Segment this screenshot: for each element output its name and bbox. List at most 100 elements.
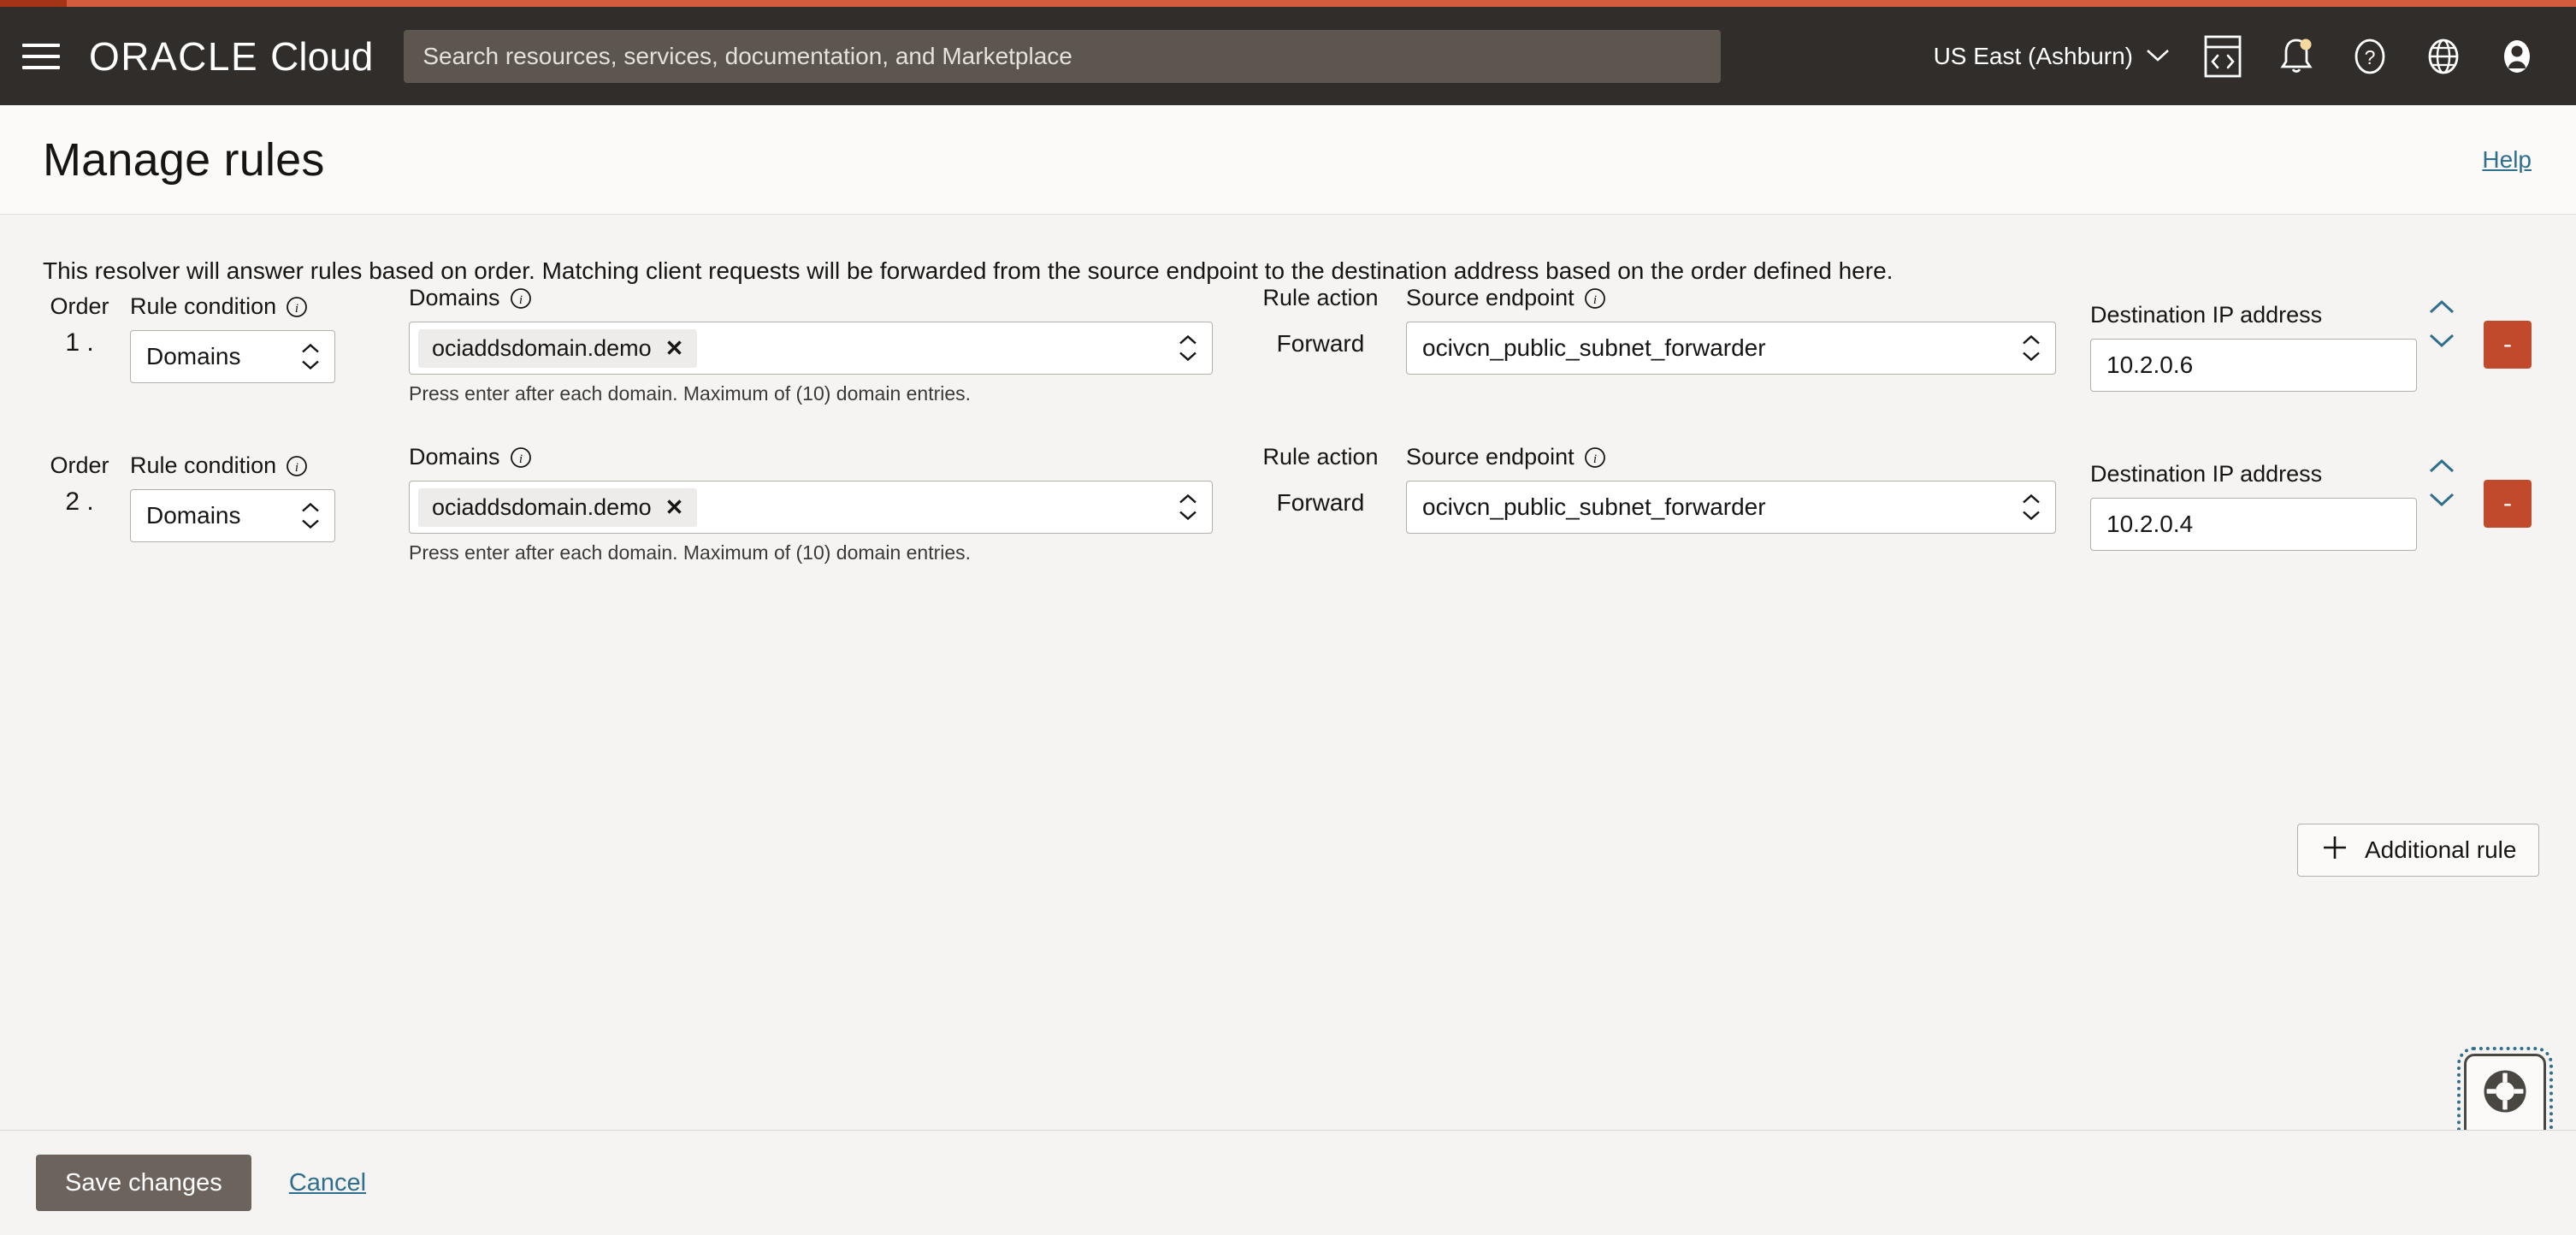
select-spinner-icon (2021, 334, 2041, 363)
rule-condition-cell: Rule condition i Domains (130, 452, 335, 542)
move-down-icon[interactable] (2427, 491, 2456, 512)
destination-ip-label: Destination IP address (2090, 302, 2323, 328)
domains-helper-text: Press enter after each domain. Maximum o… (409, 541, 972, 564)
rule-condition-cell: Rule condition i Domains (130, 293, 335, 383)
rule-action-label: Rule action (1262, 285, 1379, 310)
rule-condition-label: Rule condition i (130, 452, 335, 479)
source-endpoint-cell: Source endpoint i ocivcn_public_subnet_f… (1406, 444, 2056, 534)
header-actions: US East (Ashburn) ? (1918, 20, 2576, 93)
help-link[interactable]: Help (2482, 146, 2532, 174)
cancel-link[interactable]: Cancel (289, 1169, 366, 1197)
search-input[interactable] (404, 29, 1722, 83)
domain-chip-label: ociaddsdomain.demo (432, 493, 652, 520)
destination-ip-cell: Destination IP address (2090, 461, 2417, 551)
select-spinner-icon (300, 502, 321, 530)
rule-condition-value: Domains (146, 502, 241, 529)
domains-label: Domains i (409, 285, 1213, 311)
page-footer: Save changes Cancel (0, 1130, 2576, 1235)
svg-text:i: i (518, 452, 522, 466)
search-container (404, 29, 1722, 83)
move-down-icon[interactable] (2427, 332, 2456, 353)
svg-text:?: ? (2365, 46, 2376, 68)
rule-action-value: Forward (1276, 330, 1365, 357)
top-accent-bar (0, 0, 2576, 7)
intro-text: This resolver will answer rules based on… (43, 257, 1894, 284)
add-additional-rule-button[interactable]: Additional rule (2297, 824, 2540, 877)
main-content: This resolver will answer rules based on… (0, 215, 2576, 1172)
save-changes-button[interactable]: Save changes (36, 1155, 251, 1211)
user-avatar-icon[interactable] (2480, 20, 2554, 93)
help-question-icon[interactable]: ? (2333, 20, 2407, 93)
domains-spinner-icon[interactable] (1178, 334, 1198, 363)
plus-icon (2320, 833, 2349, 868)
cloud-shell-icon[interactable] (2186, 20, 2260, 93)
domains-input[interactable]: ociaddsdomain.demo ✕ (409, 481, 1213, 534)
rule-condition-label: Rule condition i (130, 293, 335, 320)
domain-chip-remove-icon[interactable]: ✕ (665, 337, 684, 359)
destination-ip-input[interactable] (2090, 339, 2417, 392)
chevron-down-icon (2145, 43, 2171, 70)
info-icon[interactable]: i (286, 455, 308, 477)
order-cell: Order 1 . (32, 293, 127, 358)
destination-ip-input[interactable] (2090, 498, 2417, 551)
domain-chip: ociaddsdomain.demo ✕ (418, 488, 698, 527)
rule-action-cell: Rule action Forward (1218, 285, 1423, 358)
source-endpoint-value: ocivcn_public_subnet_forwarder (1422, 334, 1766, 361)
svg-text:i: i (295, 461, 298, 475)
order-number: 1 . (65, 328, 94, 357)
region-selector[interactable]: US East (Ashburn) (1918, 32, 2186, 80)
rule-action-cell: Rule action Forward (1218, 444, 1423, 517)
page-title: Manage rules (43, 133, 325, 186)
logo-cloud-text: Cloud (270, 33, 374, 79)
domain-chip-remove-icon[interactable]: ✕ (665, 496, 684, 518)
domains-spinner-icon[interactable] (1178, 493, 1198, 522)
reorder-controls (2427, 458, 2456, 512)
add-rule-label: Additional rule (2365, 836, 2517, 863)
svg-text:i: i (1593, 452, 1597, 466)
rule-action-label: Rule action (1262, 444, 1379, 470)
rule-condition-select[interactable]: Domains (130, 330, 335, 383)
info-icon[interactable]: i (286, 296, 308, 318)
destination-ip-label: Destination IP address (2090, 461, 2323, 487)
source-endpoint-cell: Source endpoint i ocivcn_public_subnet_f… (1406, 285, 2056, 375)
info-icon[interactable]: i (1584, 287, 1606, 310)
svg-text:i: i (518, 293, 522, 307)
source-endpoint-value: ocivcn_public_subnet_forwarder (1422, 493, 1766, 520)
notifications-bell-icon[interactable] (2260, 20, 2333, 93)
info-icon[interactable]: i (1584, 446, 1606, 469)
source-endpoint-label: Source endpoint i (1406, 444, 2056, 470)
oracle-cloud-logo[interactable]: ORACLE Cloud (89, 33, 373, 80)
svg-text:i: i (1593, 293, 1597, 307)
move-up-icon[interactable] (2427, 298, 2456, 320)
domain-chip: ociaddsdomain.demo ✕ (418, 328, 698, 368)
source-endpoint-select[interactable]: ocivcn_public_subnet_forwarder (1406, 322, 2056, 375)
global-header: ORACLE Cloud US East (Ashburn) (0, 7, 2576, 105)
domains-cell: Domains i ociaddsdomain.demo ✕ Press ent… (409, 444, 1213, 564)
domains-input[interactable]: ociaddsdomain.demo ✕ (409, 322, 1213, 375)
region-label: US East (Ashburn) (1933, 42, 2133, 69)
logo-oracle-text: ORACLE (89, 33, 259, 79)
domains-helper-text: Press enter after each domain. Maximum o… (409, 382, 972, 405)
remove-rule-button[interactable]: - (2484, 480, 2532, 528)
rule-action-value: Forward (1276, 489, 1365, 516)
rule-condition-select[interactable]: Domains (130, 489, 335, 542)
source-endpoint-label: Source endpoint i (1406, 285, 2056, 311)
order-label: Order (50, 452, 109, 478)
domain-chip-label: ociaddsdomain.demo (432, 334, 652, 361)
info-icon[interactable]: i (510, 446, 532, 469)
order-label: Order (50, 293, 109, 319)
svg-text:i: i (295, 302, 298, 316)
accent-bar-segment (0, 0, 67, 7)
order-cell: Order 2 . (32, 452, 127, 517)
move-up-icon[interactable] (2427, 458, 2456, 479)
remove-rule-button[interactable]: - (2484, 321, 2532, 369)
hamburger-menu-icon[interactable] (15, 31, 67, 82)
lifebuoy-support-icon (2479, 1066, 2531, 1121)
info-icon[interactable]: i (510, 287, 532, 310)
language-globe-icon[interactable] (2407, 20, 2480, 93)
reorder-controls (2427, 298, 2456, 353)
page-title-bar: Manage rules Help (0, 105, 2576, 215)
select-spinner-icon (300, 343, 321, 371)
rule-condition-value: Domains (146, 343, 241, 369)
source-endpoint-select[interactable]: ocivcn_public_subnet_forwarder (1406, 481, 2056, 534)
